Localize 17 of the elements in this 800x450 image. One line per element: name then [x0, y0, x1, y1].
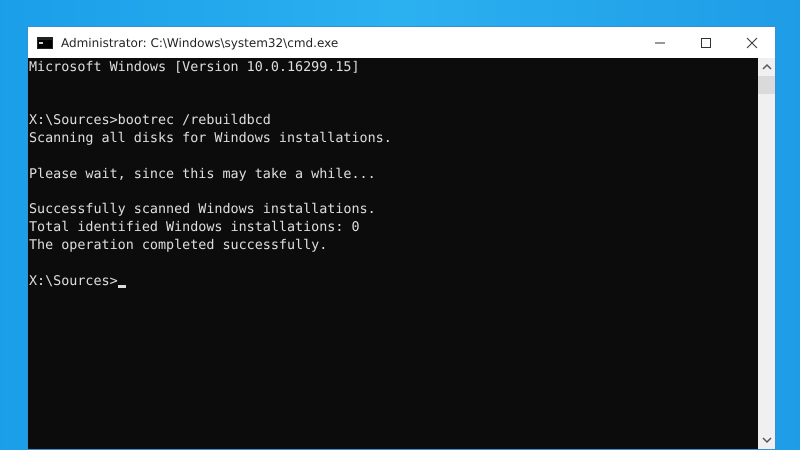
- console-line: X:\Sources>bootrec /rebuildbcd: [29, 112, 271, 130]
- console-line: Microsoft Windows [Version 10.0.16299.15]: [29, 59, 360, 77]
- scrollbar-thumb[interactable]: [758, 76, 775, 94]
- console-line: Total identified Windows installations: 0: [29, 219, 360, 237]
- console-line: Scanning all disks for Windows installations.: [29, 130, 392, 148]
- scroll-up-icon[interactable]: [762, 63, 772, 71]
- console-line: Please wait, since this may take a while...: [29, 166, 376, 184]
- scrollbar[interactable]: [758, 58, 775, 449]
- text-cursor: [118, 284, 126, 288]
- window-title: Administrator: C:\Windows\system32\cmd.exe: [61, 36, 340, 50]
- scroll-down-icon[interactable]: [762, 436, 772, 444]
- command-prompt: X:\Sources>: [29, 272, 118, 290]
- console-line: The operation completed successfully.: [29, 236, 328, 255]
- console-app-icon: [37, 36, 53, 48]
- close-icon[interactable]: [746, 36, 758, 48]
- console-line: Successfully scanned Windows installations.: [29, 201, 376, 220]
- maximize-icon[interactable]: [700, 36, 712, 48]
